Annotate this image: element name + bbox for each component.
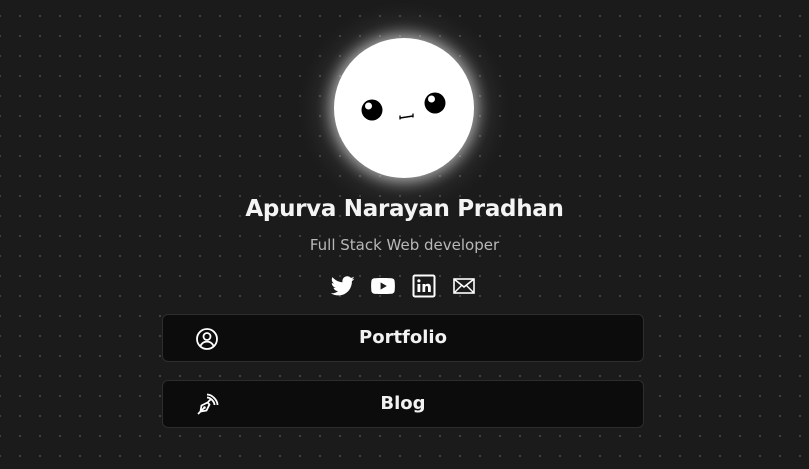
profile-subtitle: Full Stack Web developer bbox=[309, 236, 500, 254]
twitter-icon bbox=[330, 276, 355, 296]
twitter-link[interactable] bbox=[330, 274, 356, 298]
social-links bbox=[330, 274, 480, 298]
portfolio-label: Portfolio bbox=[359, 327, 447, 348]
youtube-link[interactable] bbox=[370, 274, 396, 298]
linkedin-link[interactable] bbox=[411, 274, 437, 298]
youtube-icon bbox=[371, 278, 395, 294]
profile-name: Apurva Narayan Pradhan bbox=[245, 196, 564, 222]
blog-label: Blog bbox=[380, 393, 426, 414]
portfolio-link-button[interactable]: Portfolio bbox=[162, 314, 644, 362]
linkedin-icon bbox=[412, 274, 436, 298]
blog-link-button[interactable]: Blog bbox=[162, 380, 644, 428]
mail-icon bbox=[453, 278, 475, 294]
avatar-face-icon bbox=[361, 92, 446, 121]
email-link[interactable] bbox=[451, 274, 477, 298]
avatar bbox=[334, 38, 474, 178]
